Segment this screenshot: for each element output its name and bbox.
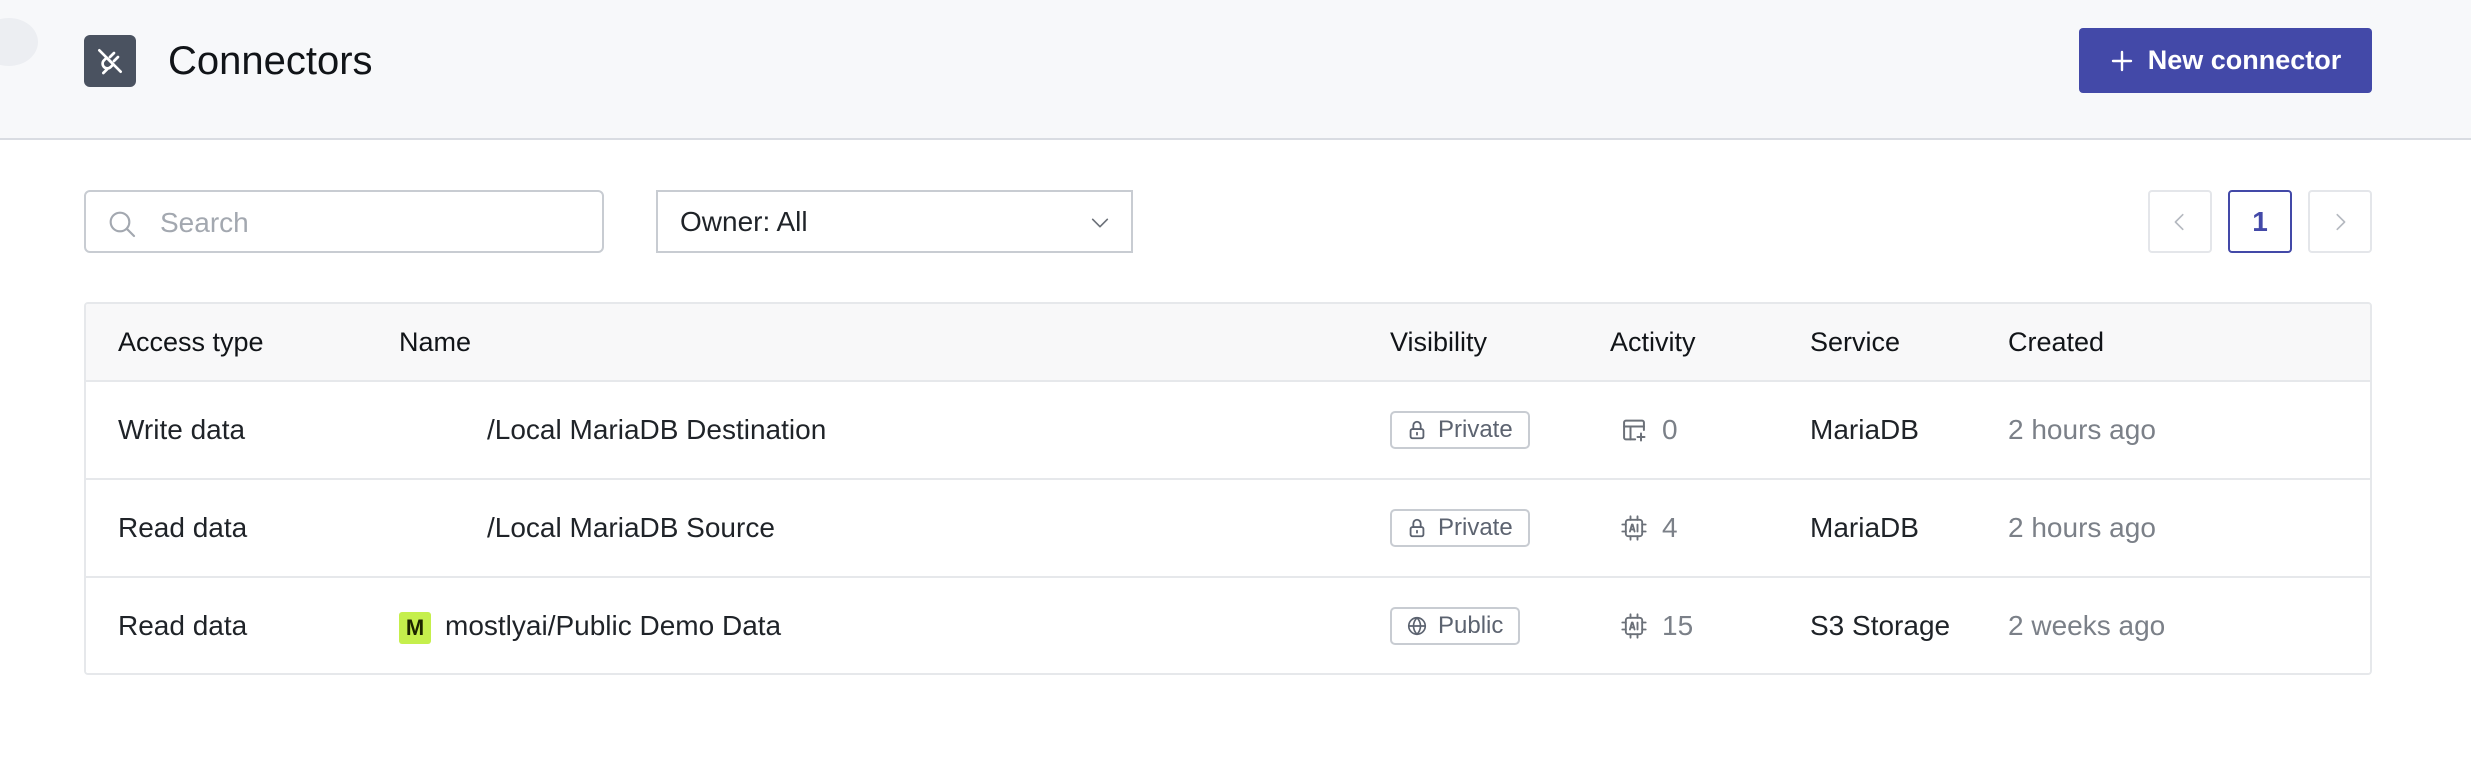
lock-icon xyxy=(1409,420,1425,440)
table-row[interactable]: Write data /Local MariaDB Destination Pr… xyxy=(86,382,2370,480)
table-row[interactable]: Read data M mostlyai/Public Demo Data Pu… xyxy=(86,578,2370,673)
service-name: S3 Storage xyxy=(1810,610,1951,641)
created-time: 2 weeks ago xyxy=(2008,610,2166,641)
ai-chip-icon xyxy=(1620,514,1648,542)
column-header-name[interactable]: Name xyxy=(399,304,471,380)
access-type: Read data xyxy=(118,610,248,641)
connector-name-link[interactable]: mostlyai/Public Demo Data xyxy=(445,610,781,642)
service-name: MariaDB xyxy=(1810,512,1919,543)
plus-icon xyxy=(2111,50,2132,71)
column-header-access-type[interactable]: Access type xyxy=(118,304,264,380)
connectors-table: Access type Name Visibility Activity Ser… xyxy=(84,302,2372,675)
previous-page-button[interactable] xyxy=(2148,190,2212,253)
table-row[interactable]: Read data /Local MariaDB Source Private xyxy=(86,480,2370,578)
connector-name-cell: M mostlyai/Public Demo Data xyxy=(399,578,781,673)
visibility-badge: Private xyxy=(1390,411,1530,449)
visibility-cell: Public xyxy=(1390,578,1521,673)
new-connector-label: New connector xyxy=(2147,45,2342,75)
activity-count: 0 xyxy=(1662,414,1678,445)
new-connector-button[interactable]: New connector xyxy=(2079,28,2372,93)
table-header: Access type Name Visibility Activity Ser… xyxy=(86,304,2370,382)
sidebar-toggle-handle[interactable] xyxy=(0,18,38,66)
owner-filter-value: Owner: All xyxy=(680,206,808,237)
chevron-left-icon xyxy=(2174,213,2184,230)
owner-avatar: M xyxy=(399,612,431,644)
column-header-visibility[interactable]: Visibility xyxy=(1390,304,1487,380)
connector-name-cell: /Local MariaDB Destination xyxy=(399,382,826,478)
visibility-label: Private xyxy=(1438,416,1513,443)
column-header-created[interactable]: Created xyxy=(2008,304,2104,380)
page-title: Connectors xyxy=(168,39,373,83)
created-time: 2 hours ago xyxy=(2008,414,2156,445)
service-name: MariaDB xyxy=(1810,414,1919,445)
visibility-label: Public xyxy=(1438,612,1504,639)
plug-icon xyxy=(84,35,136,87)
connector-name-cell: /Local MariaDB Source xyxy=(399,480,775,576)
search-field[interactable] xyxy=(84,190,604,253)
column-header-service[interactable]: Service xyxy=(1810,304,1900,380)
page-header: Connectors New connector xyxy=(0,0,2471,140)
visibility-cell: Private xyxy=(1390,382,1530,478)
visibility-badge: Private xyxy=(1390,509,1530,547)
lock-icon xyxy=(1409,518,1425,538)
connector-name-link[interactable]: /Local MariaDB Source xyxy=(487,512,775,544)
ai-chip-icon xyxy=(1620,612,1648,640)
table-add-icon xyxy=(1620,416,1648,444)
activity-count: 4 xyxy=(1662,512,1678,543)
visibility-label: Private xyxy=(1438,514,1513,541)
owner-filter-select[interactable]: Owner: All xyxy=(656,190,1133,253)
activity-cell: 15 xyxy=(1610,578,1694,673)
access-type: Read data xyxy=(118,512,248,543)
next-page-button[interactable] xyxy=(2308,190,2372,253)
visibility-badge: Public xyxy=(1390,607,1521,645)
column-header-activity[interactable]: Activity xyxy=(1610,304,1696,380)
connector-name-link[interactable]: /Local MariaDB Destination xyxy=(487,414,826,446)
visibility-cell: Private xyxy=(1390,480,1530,576)
activity-count: 15 xyxy=(1662,610,1694,641)
globe-icon xyxy=(1407,616,1427,636)
chevron-right-icon xyxy=(2336,213,2346,230)
created-time: 2 hours ago xyxy=(2008,512,2156,543)
activity-cell: 4 xyxy=(1610,480,1678,576)
activity-cell: 0 xyxy=(1610,382,1678,478)
search-input[interactable] xyxy=(158,192,592,253)
access-type: Write data xyxy=(118,414,246,445)
page-1-button[interactable]: 1 xyxy=(2228,190,2292,253)
chevron-down-icon xyxy=(1091,218,1109,228)
search-icon xyxy=(109,211,136,238)
